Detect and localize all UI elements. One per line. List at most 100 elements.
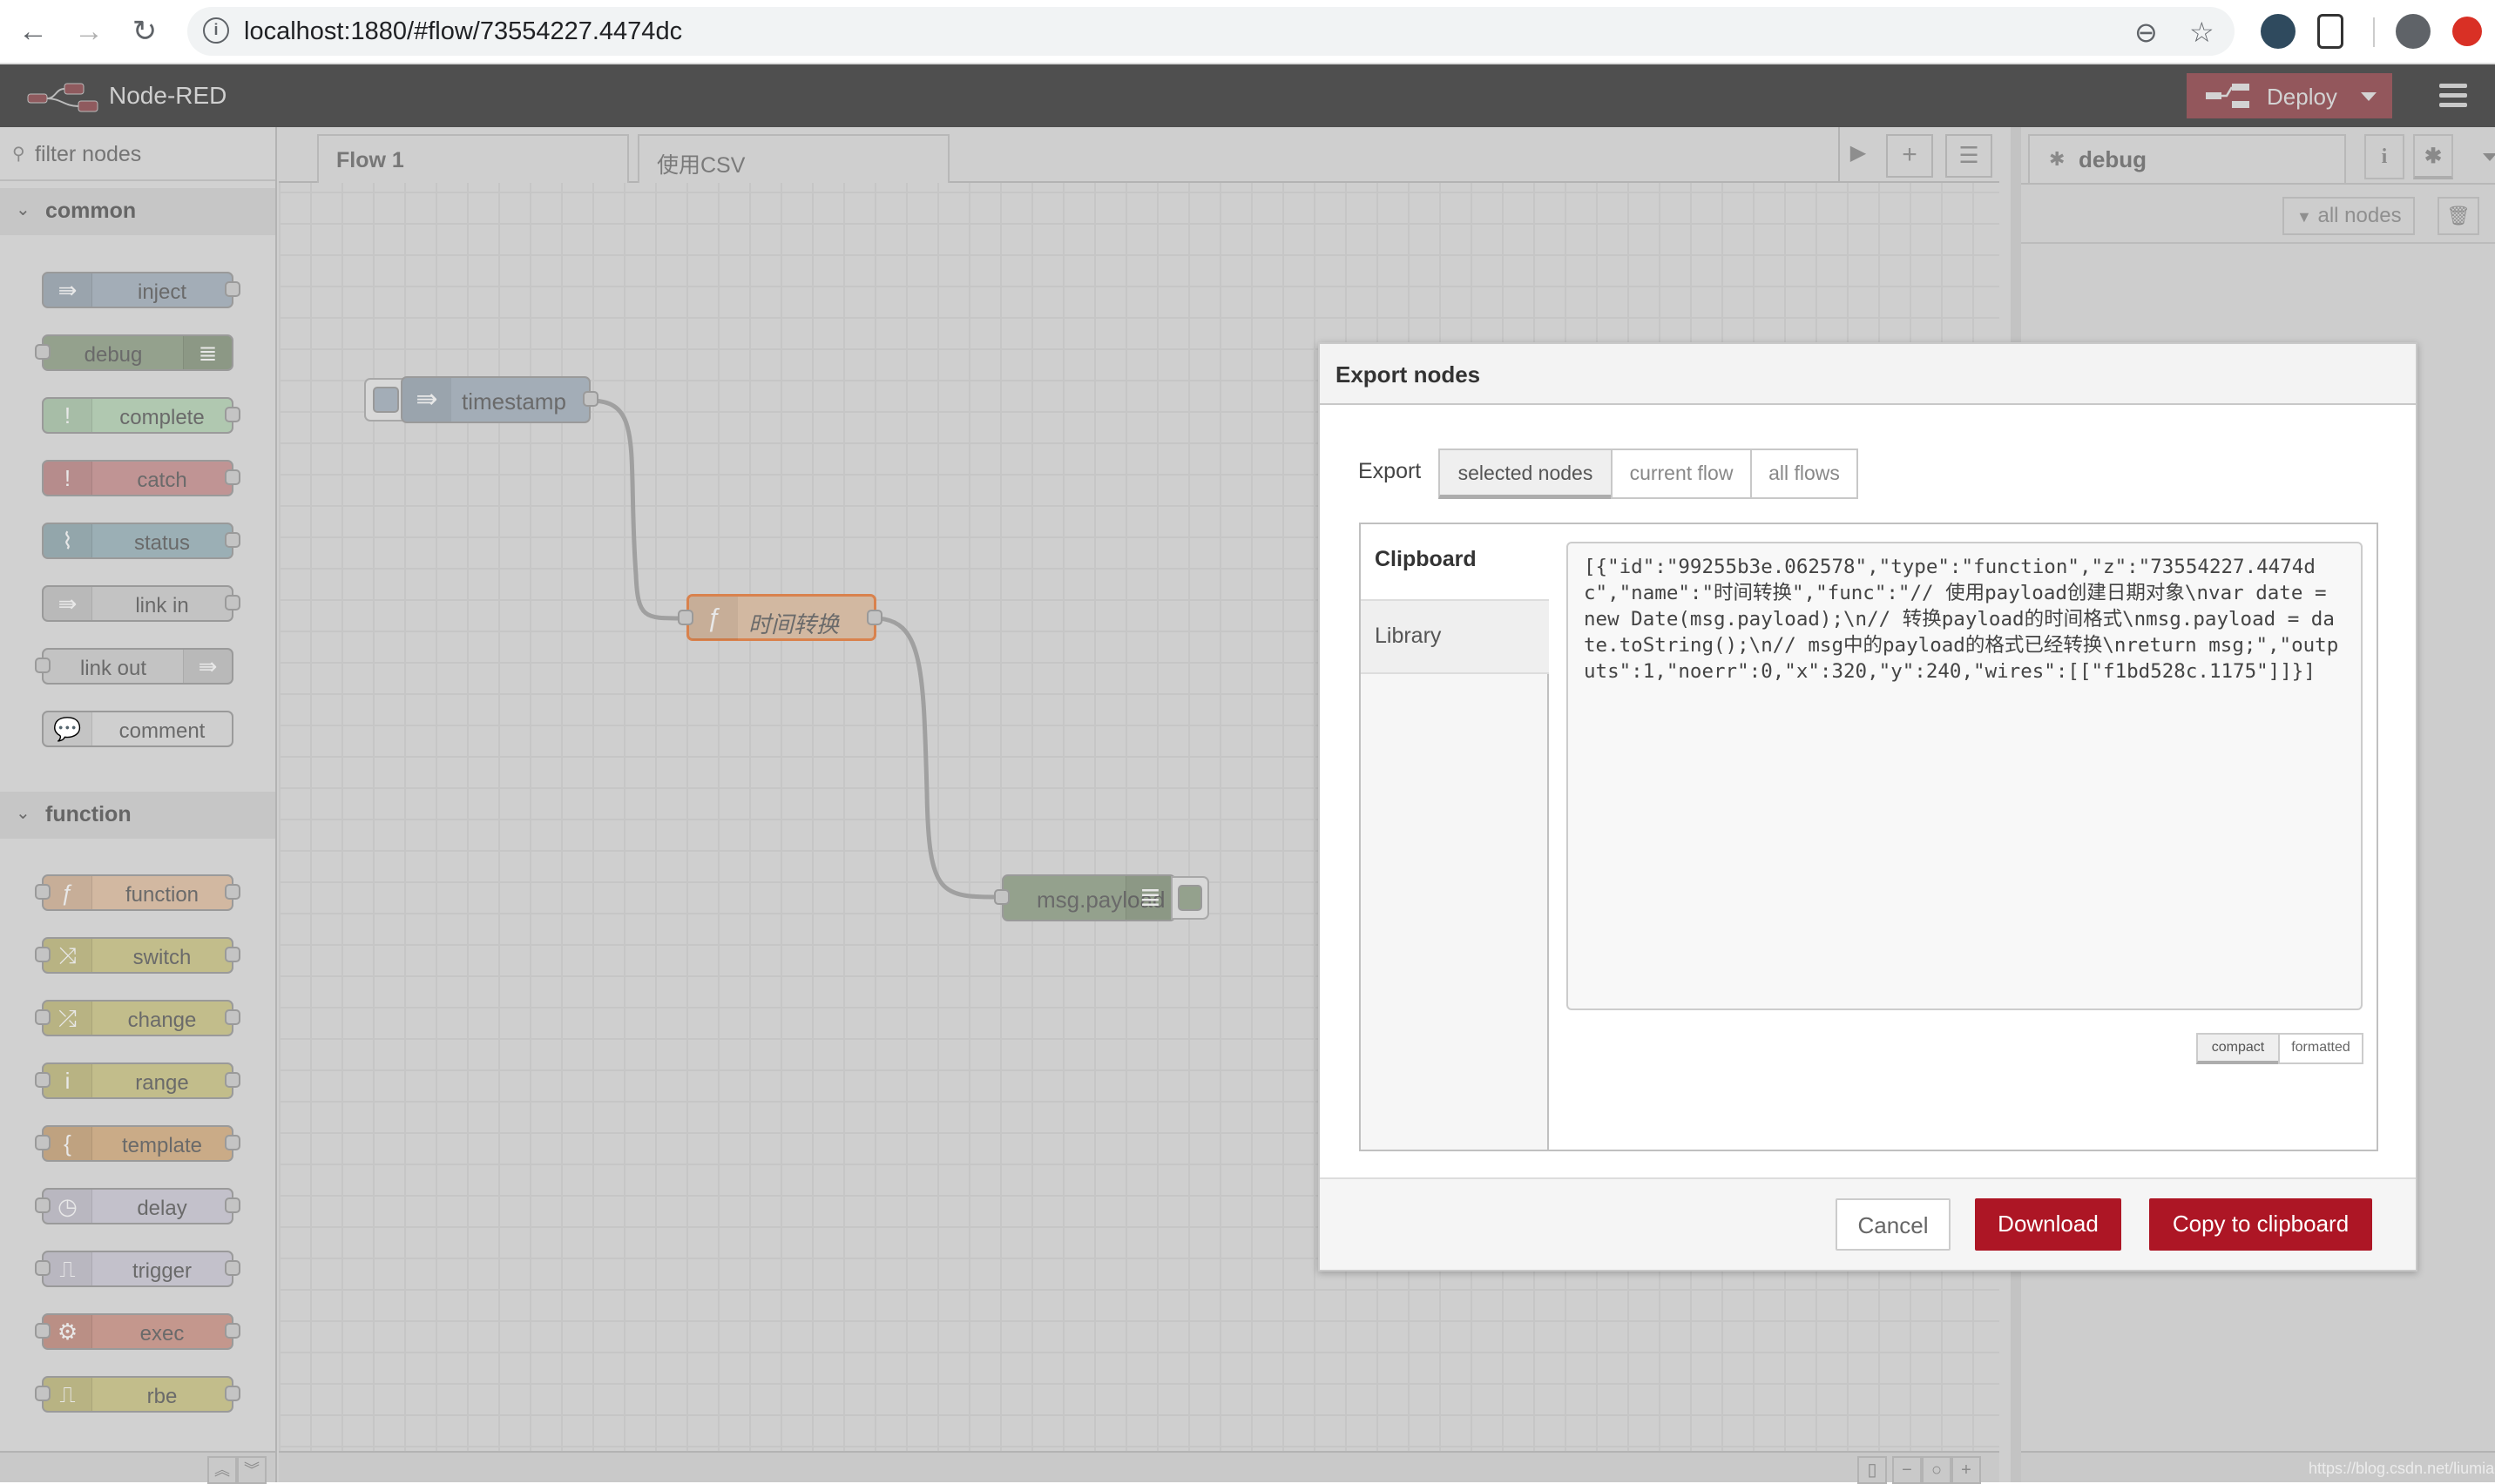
palette-node-label: trigger: [132, 1259, 193, 1283]
tab-flow-1[interactable]: Flow 1: [317, 134, 629, 183]
copy-to-clipboard-button[interactable]: Copy to clipboard: [2149, 1198, 2372, 1251]
info-tab-button[interactable]: i: [2364, 134, 2404, 179]
palette-node-label: inject: [137, 280, 187, 304]
palette-node-range[interactable]: i range: [42, 1062, 233, 1099]
output-port: [225, 1135, 240, 1150]
extension-inspector-icon[interactable]: [2317, 14, 2343, 49]
target-clipboard[interactable]: Clipboard: [1361, 524, 1551, 599]
wire-function-to-debug: [874, 616, 1003, 900]
cancel-button[interactable]: Cancel: [1836, 1198, 1951, 1251]
dialog-footer: Cancel Download Copy to clipboard: [1320, 1177, 2416, 1270]
bookmark-star-icon[interactable]: ☆: [2189, 16, 2214, 49]
download-button[interactable]: Download: [1975, 1198, 2121, 1251]
palette-node-inject[interactable]: ⇛ inject: [42, 272, 233, 308]
zoom-in-button[interactable]: +: [1951, 1456, 1981, 1484]
palette-node-change[interactable]: ⤮ change: [42, 1000, 233, 1036]
clear-debug-button[interactable]: 🗑: [2438, 197, 2479, 235]
palette-node-label: exec: [139, 1322, 185, 1346]
palette-node-label: template: [121, 1134, 203, 1157]
reload-icon[interactable]: ↻: [125, 12, 164, 51]
sidebar-menu-caret-icon[interactable]: [2483, 153, 2495, 161]
palette-node-label: rbe: [146, 1385, 178, 1408]
collapse-all-button[interactable]: ︽: [207, 1456, 237, 1484]
tab-debug[interactable]: ✱ debug: [2028, 134, 2346, 183]
debug-tab-button[interactable]: ✱: [2413, 134, 2453, 179]
palette-node-exec[interactable]: ⚙ exec: [42, 1313, 233, 1350]
expand-all-button[interactable]: ︾: [237, 1456, 267, 1484]
profile-avatar-icon[interactable]: [2396, 14, 2431, 49]
forward-icon[interactable]: →: [70, 12, 108, 51]
output-port[interactable]: [583, 391, 598, 407]
format-formatted-button[interactable]: formatted: [2278, 1033, 2363, 1064]
address-bar[interactable]: i localhost:1880/#flow/73554227.4474dc ⊖…: [187, 7, 2235, 56]
palette-node-catch[interactable]: ! catch: [42, 460, 233, 496]
target-library[interactable]: Library: [1361, 599, 1549, 674]
input-port[interactable]: [994, 889, 1010, 905]
debug-icon: ≣: [183, 336, 232, 369]
chevron-down-icon: ⌄: [16, 200, 30, 219]
extension-e-icon[interactable]: [2261, 14, 2296, 49]
node-label: 时间转换: [748, 611, 840, 637]
palette-node-link-in[interactable]: ⇛ link in: [42, 585, 233, 622]
catch-icon: !: [44, 462, 92, 495]
output-port: [225, 884, 240, 900]
flow-tab-bar: Flow 1 使用CSV ▶ + ☰: [279, 127, 1999, 183]
map-icon[interactable]: ▯: [1857, 1456, 1887, 1484]
input-port[interactable]: [678, 610, 693, 625]
palette-node-status[interactable]: ⌇ status: [42, 523, 233, 559]
export-all-flows-button[interactable]: all flows: [1750, 449, 1858, 499]
palette-node-label: function: [125, 883, 199, 907]
input-port: [35, 658, 51, 673]
update-icon[interactable]: [2452, 17, 2482, 46]
zoom-out-button[interactable]: −: [1892, 1456, 1922, 1484]
flow-node-msg-payload[interactable]: msg.payload ≣: [1002, 874, 1176, 921]
output-port[interactable]: [867, 610, 882, 625]
palette-node-switch[interactable]: ⤨ switch: [42, 937, 233, 974]
tab-csv[interactable]: 使用CSV: [638, 134, 950, 183]
template-icon: {: [44, 1127, 92, 1160]
url-text[interactable]: localhost:1880/#flow/73554227.4474dc: [244, 17, 682, 46]
category-function-header[interactable]: ⌄ function: [0, 792, 275, 839]
palette-node-function[interactable]: ƒ function: [42, 874, 233, 911]
palette-node-debug[interactable]: ≣ debug: [42, 334, 233, 371]
status-icon: ⌇: [44, 524, 92, 557]
filter-nodes-input[interactable]: [35, 139, 261, 169]
site-info-icon[interactable]: i: [203, 17, 229, 44]
category-label: common: [45, 199, 137, 223]
deploy-dropdown-caret-icon[interactable]: [2361, 92, 2377, 101]
zoom-icon[interactable]: ⊖: [2134, 16, 2158, 49]
output-port: [225, 532, 240, 548]
input-port: [35, 947, 51, 962]
output-port: [225, 1072, 240, 1088]
list-flows-button[interactable]: ☰: [1945, 134, 1992, 178]
hamburger-menu-icon[interactable]: [2439, 84, 2467, 108]
flow-node-time-convert[interactable]: ƒ 时间转换: [686, 594, 876, 641]
zoom-reset-button[interactable]: ○: [1922, 1456, 1951, 1484]
palette-node-link-out[interactable]: ⇛ link out: [42, 648, 233, 685]
palette-node-template[interactable]: { template: [42, 1125, 233, 1162]
palette-node-trigger[interactable]: ⎍ trigger: [42, 1251, 233, 1287]
add-flow-button[interactable]: +: [1886, 134, 1933, 178]
comment-icon: 💬: [44, 712, 92, 745]
palette-node-rbe[interactable]: ⎍ rbe: [42, 1376, 233, 1413]
export-current-flow-button[interactable]: current flow: [1611, 449, 1752, 499]
output-port: [225, 1260, 240, 1276]
debug-list-icon: ≣: [1126, 876, 1174, 920]
export-selected-nodes-button[interactable]: selected nodes: [1438, 449, 1613, 499]
switch-icon: ⤨: [44, 939, 92, 972]
palette-node-complete[interactable]: ! complete: [42, 397, 233, 434]
filter-all-nodes-button[interactable]: ▼ all nodes: [2282, 197, 2415, 235]
scroll-tabs-right-icon[interactable]: ▶: [1845, 134, 1871, 178]
deploy-button[interactable]: Deploy: [2187, 73, 2392, 118]
palette-node-delay[interactable]: ◷ delay: [42, 1188, 233, 1224]
category-common-header[interactable]: ⌄ common: [0, 188, 275, 235]
debug-toggle-button[interactable]: [1171, 876, 1209, 920]
format-compact-button[interactable]: compact: [2196, 1033, 2280, 1064]
palette-node-comment[interactable]: 💬 comment: [42, 711, 233, 747]
export-json-textarea[interactable]: [{"id":"99255b3e.062578","type":"functio…: [1566, 542, 2363, 1010]
input-port: [35, 1072, 51, 1088]
bug-icon: ✱: [2049, 148, 2066, 170]
filter-icon: ▼: [2296, 208, 2312, 226]
back-icon[interactable]: ←: [14, 12, 52, 51]
flow-node-timestamp[interactable]: ⇛ timestamp: [401, 376, 591, 423]
